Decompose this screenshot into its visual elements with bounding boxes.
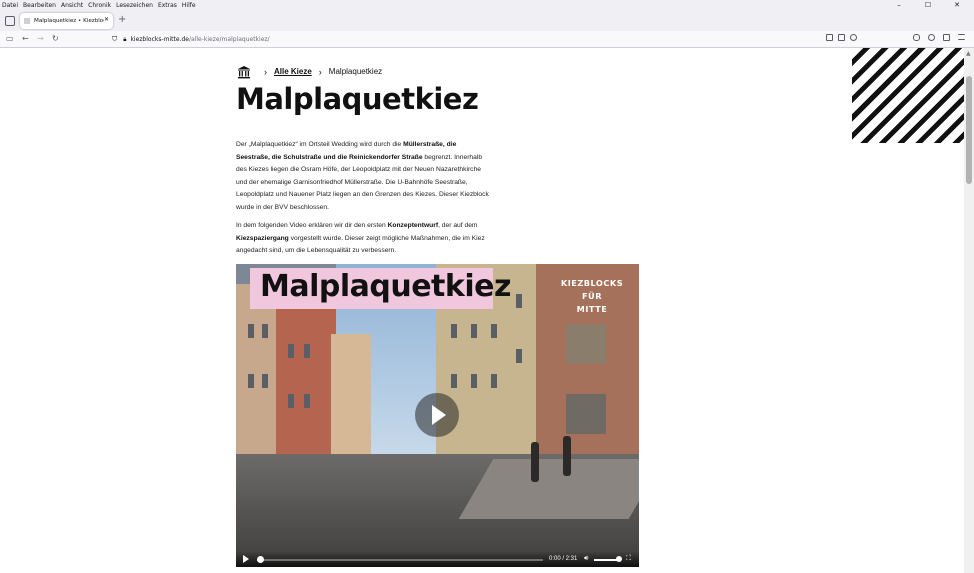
menu-datei[interactable]: Datei [2, 2, 18, 9]
volume-slider[interactable] [594, 559, 618, 561]
chevron-right-icon: › [318, 66, 322, 77]
tab-malplaquetkiez[interactable]: Malplaquetkiez • Kiezblocks für ✕ [20, 13, 113, 29]
video-window [491, 374, 497, 388]
menu-chronik[interactable]: Chronik [88, 2, 111, 9]
video-window [451, 374, 457, 388]
breadcrumb-current: Malplaquetkiez [328, 67, 383, 76]
forward-button[interactable]: → [37, 34, 44, 44]
translate-icon[interactable] [838, 34, 845, 41]
video-intro-bold-kiezspaziergang: Kiezspaziergang [236, 234, 289, 242]
favicon-icon [24, 18, 30, 24]
video-intro-text-1: In dem folgenden Video erklären wir dir … [236, 222, 388, 229]
video-window [451, 324, 457, 338]
breadcrumb: › Alle Kieze › Malplaquetkiez [237, 64, 382, 79]
video-play-button[interactable] [415, 393, 459, 437]
url-path: /alle-kieze/malplaquetkiez/ [188, 36, 270, 43]
page-viewport: › Alle Kieze › Malplaquetkiez Malplaquet… [0, 48, 964, 573]
volume-knob[interactable] [616, 556, 622, 562]
video-window [491, 324, 497, 338]
video-brand-logo: KIEZBLOCKS FÜR MITTE [552, 277, 632, 316]
video-window [471, 374, 477, 388]
video-progress-bar[interactable] [257, 559, 543, 561]
video-window [566, 324, 606, 364]
tab-close-icon[interactable]: ✕ [104, 16, 109, 23]
close-window-button[interactable]: ✕ [945, 0, 969, 11]
video-building-left-3 [331, 334, 371, 454]
url-bar[interactable]: ⛉ 🔒︎ kiezblocks-mitte.de /alle-kieze/mal… [112, 34, 862, 45]
video-window [288, 344, 294, 358]
menu-bearbeiten[interactable]: Bearbeiten [23, 2, 56, 9]
video-window [304, 344, 310, 358]
video-window [248, 374, 254, 388]
lock-icon[interactable]: 🔒︎ [123, 36, 126, 44]
video-window [262, 374, 268, 388]
play-icon[interactable] [243, 555, 249, 563]
breadcrumb-link-alle-kieze[interactable]: Alle Kieze [274, 67, 312, 76]
new-tab-button[interactable]: + [118, 15, 126, 25]
menu-ansicht[interactable]: Ansicht [61, 2, 83, 9]
volume-icon[interactable]: 🔊︎ [584, 555, 588, 563]
video-intro-bold-konzeptentwurf: Konzeptentwurf [387, 222, 439, 229]
video-building-left-2 [276, 309, 336, 469]
video-brand-line-2: FÜR [581, 291, 603, 301]
video-progress-knob[interactable] [257, 556, 264, 563]
intro-text-1: Der „Malplaquetkiez“ im Ortsteil Wedding… [236, 141, 404, 148]
page-scrollbar[interactable]: ▲ [964, 48, 974, 573]
scrollbar-thumb[interactable] [966, 76, 972, 184]
url-actions [826, 34, 857, 41]
intro-paragraph: Der „Malplaquetkiez“ im Ortsteil Wedding… [236, 139, 491, 214]
window-controls: – ☐ ✕ [887, 0, 974, 11]
video-window [471, 324, 477, 338]
reload-button[interactable]: ↻ [52, 34, 59, 44]
extensions-icon[interactable] [943, 34, 950, 41]
video-person [563, 436, 571, 476]
account-icon[interactable] [928, 34, 935, 41]
tab-list-icon[interactable] [5, 16, 15, 26]
reader-view-icon[interactable] [826, 34, 833, 41]
menu-hilfe[interactable]: Hilfe [182, 2, 196, 9]
video-player[interactable]: Malplaquetkiez KIEZBLOCKS FÜR MITTE 0:00… [236, 264, 639, 567]
menu-bar: Datei Bearbeiten Ansicht Chronik Lesezei… [0, 0, 974, 11]
page-title: Malplaquetkiez [236, 82, 479, 116]
tab-title: Malplaquetkiez • Kiezblocks für [34, 18, 104, 24]
video-window [288, 394, 294, 408]
toolbar-icons [913, 34, 965, 41]
maximize-button[interactable]: ☐ [916, 0, 940, 11]
fullscreen-icon[interactable]: ⛶ [626, 555, 631, 563]
video-intro-text-2: , der auf dem [438, 222, 478, 229]
menu-extras[interactable]: Extras [158, 2, 177, 9]
city-hall-icon[interactable] [237, 65, 251, 79]
video-intro-paragraph: In dem folgenden Video erklären wir dir … [236, 220, 491, 258]
chevron-right-icon: › [264, 66, 267, 77]
video-time: 0:00 / 2:31 [549, 556, 578, 562]
pocket-icon[interactable] [913, 34, 920, 41]
decorative-stripes [852, 48, 964, 143]
video-window [516, 349, 522, 363]
tab-strip: Malplaquetkiez • Kiezblocks für ✕ + [0, 11, 974, 31]
shield-icon[interactable]: ⛉ [112, 35, 117, 44]
url-host: kiezblocks-mitte.de [130, 36, 189, 43]
video-person [531, 442, 539, 482]
video-brand-line-3: MITTE [576, 304, 608, 314]
intro-text-2: begrenzt. Innerhalb des Kiezes liegen di… [236, 153, 489, 211]
scroll-up-icon[interactable]: ▲ [966, 50, 971, 57]
menu-icon[interactable] [958, 34, 965, 40]
video-window [516, 294, 522, 308]
video-controls: 0:00 / 2:31 🔊︎ ⛶ [236, 551, 639, 567]
video-window [566, 394, 606, 434]
video-window [262, 324, 268, 338]
video-title: Malplaquetkiez [260, 269, 511, 304]
video-brand-line-1: KIEZBLOCKS [560, 278, 624, 288]
menu-lesezeichen[interactable]: Lesezeichen [116, 2, 153, 9]
back-button[interactable]: ← [22, 34, 29, 44]
navigation-bar: ▭ ← → ↻ ⛉ 🔒︎ kiezblocks-mitte.de /alle-k… [0, 31, 974, 48]
sidebar-icon[interactable]: ▭ [6, 34, 14, 44]
video-window [248, 324, 254, 338]
minimize-button[interactable]: – [887, 0, 911, 11]
bookmark-star-icon[interactable] [850, 34, 857, 41]
video-window [304, 394, 310, 408]
